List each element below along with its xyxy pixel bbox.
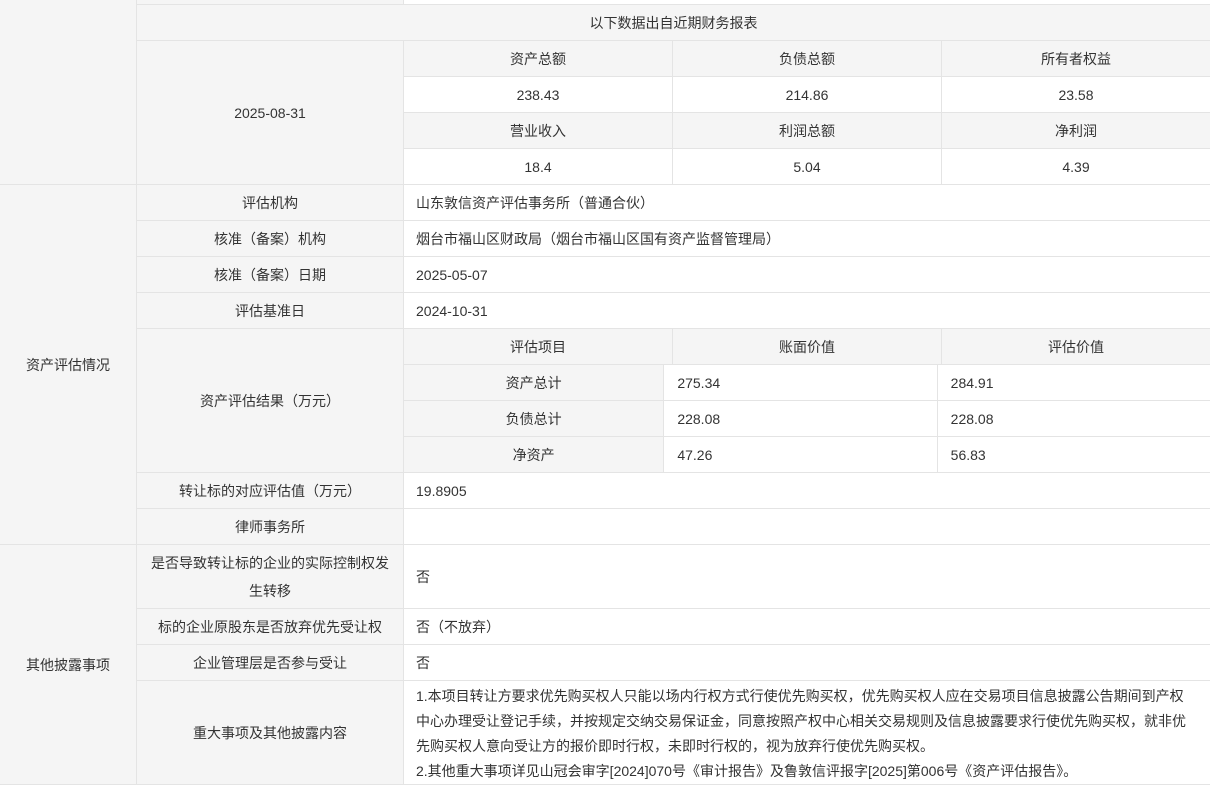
eval-book-value-cell: 275.34 — [664, 365, 937, 400]
financial-section-cell — [0, 0, 137, 185]
table-row: 营业收入 利润总额 净利润 — [404, 113, 1210, 149]
financial-data-header: 以下数据出自近期财务报表 — [137, 5, 1210, 41]
fin-metric-value: 238.43 — [404, 77, 673, 112]
eval-assessed-value-cell: 228.08 — [938, 401, 1210, 436]
asset-evaluation-section: 资产评估情况 评估机构 山东敦信资产评估事务所（普通合伙） 核准（备案）机构 烟… — [0, 185, 1210, 545]
eval-item-cell: 净资产 — [404, 437, 664, 472]
eval-book-value-cell: 47.26 — [664, 437, 937, 472]
fin-metric-value: 23.58 — [942, 77, 1210, 112]
row-label: 企业管理层是否参与受让 — [137, 645, 404, 680]
fin-metric-header: 所有者权益 — [942, 41, 1210, 76]
table-row: 资产总额 负债总额 所有者权益 — [404, 41, 1210, 77]
row-value: 烟台市福山区财政局（烟台市福山区国有资产监督管理局） — [404, 221, 1210, 256]
row-label: 核准（备案）机构 — [137, 221, 404, 256]
table-row: 238.43 214.86 23.58 — [404, 77, 1210, 113]
other-disclosure-section: 其他披露事项 是否导致转让标的企业的实际控制权发生转移 否 标的企业原股东是否放… — [0, 545, 1210, 785]
fin-metric-header: 负债总额 — [673, 41, 942, 76]
row-label: 核准（备案）日期 — [137, 257, 404, 292]
section-label-asset-evaluation: 资产评估情况 — [0, 185, 137, 545]
fin-metric-value: 214.86 — [673, 77, 942, 112]
row-value: 19.8905 — [404, 473, 1210, 508]
eval-assessed-value-cell: 284.91 — [938, 365, 1210, 400]
row-value: 2025-05-07 — [404, 257, 1210, 292]
table-row: 18.4 5.04 4.39 — [404, 149, 1210, 185]
row-value: 山东敦信资产评估事务所（普通合伙） — [404, 185, 1210, 220]
table-row: 律师事务所 — [137, 509, 1210, 545]
row-value: 2024-10-31 — [404, 293, 1210, 328]
major-disclosure-paragraph: 1.本项目转让方要求优先购买权人只能以场内行权方式行使优先购买权，优先购买权人应… — [404, 681, 1210, 784]
fin-metric-value: 4.39 — [942, 149, 1210, 184]
row-label: 标的企业原股东是否放弃优先受让权 — [137, 609, 404, 644]
fin-metric-value: 18.4 — [404, 149, 673, 184]
table-row: 评估项目 账面价值 评估价值 — [404, 329, 1210, 365]
row-label: 重大事项及其他披露内容 — [137, 681, 404, 784]
table-row: 净资产 47.26 56.83 — [404, 437, 1210, 473]
major-disclosure-row: 重大事项及其他披露内容 1.本项目转让方要求优先购买权人只能以场内行权方式行使优… — [137, 681, 1210, 785]
eval-assessed-value-cell: 56.83 — [938, 437, 1210, 472]
table-row: 资产总计 275.34 284.91 — [404, 365, 1210, 401]
table-row: 转让标的对应评估值（万元） 19.8905 — [137, 473, 1210, 509]
section-label-other-disclosure: 其他披露事项 — [0, 545, 137, 785]
table-row: 评估基准日 2024-10-31 — [137, 293, 1210, 329]
row-value: 否（不放弃） — [404, 609, 1210, 644]
row-label: 转让标的对应评估值（万元） — [137, 473, 404, 508]
row-value — [404, 509, 1210, 544]
row-value: 否 — [404, 545, 1210, 608]
table-row: 是否导致转让标的企业的实际控制权发生转移 否 — [137, 545, 1210, 609]
eval-item-cell: 资产总计 — [404, 365, 664, 400]
table-row: 核准（备案）日期 2025-05-07 — [137, 257, 1210, 293]
row-label: 评估基准日 — [137, 293, 404, 328]
evaluation-result-table: 评估项目 账面价值 评估价值 资产总计 275.34 284.91 负债总计 2… — [404, 329, 1210, 473]
table-row: 负债总计 228.08 228.08 — [404, 401, 1210, 437]
eval-table-header: 账面价值 — [673, 329, 942, 364]
eval-table-header: 评估项目 — [404, 329, 673, 364]
fin-metric-header: 净利润 — [942, 113, 1210, 148]
disclosure-item: 1.本项目转让方要求优先购买权人只能以场内行权方式行使优先购买权，优先购买权人应… — [416, 684, 1196, 759]
listing-detail-table: 以下数据出自近期财务报表 2025-08-31 资产总额 负债总额 所有者权益 … — [0, 0, 1210, 793]
eval-item-cell: 负债总计 — [404, 401, 664, 436]
table-row: 评估机构 山东敦信资产评估事务所（普通合伙） — [137, 185, 1210, 221]
financial-data-body: 2025-08-31 资产总额 负债总额 所有者权益 238.43 214.86… — [137, 41, 1210, 185]
row-value: 否 — [404, 645, 1210, 680]
table-row: 企业管理层是否参与受让 否 — [137, 645, 1210, 681]
table-row: 标的企业原股东是否放弃优先受让权 否（不放弃） — [137, 609, 1210, 645]
financial-metrics-table: 资产总额 负债总额 所有者权益 238.43 214.86 23.58 营业收入… — [404, 41, 1210, 185]
row-label: 律师事务所 — [137, 509, 404, 544]
fin-metric-value: 5.04 — [673, 149, 942, 184]
row-label: 评估机构 — [137, 185, 404, 220]
fin-metric-header: 营业收入 — [404, 113, 673, 148]
fin-metric-header: 资产总额 — [404, 41, 673, 76]
row-label: 是否导致转让标的企业的实际控制权发生转移 — [137, 545, 404, 608]
evaluation-result-row: 资产评估结果（万元） 评估项目 账面价值 评估价值 资产总计 275.34 28… — [137, 329, 1210, 473]
fin-metric-header: 利润总额 — [673, 113, 942, 148]
row-label: 资产评估结果（万元） — [137, 329, 404, 473]
table-row: 核准（备案）机构 烟台市福山区财政局（烟台市福山区国有资产监督管理局） — [137, 221, 1210, 257]
report-date-cell: 2025-08-31 — [137, 41, 404, 185]
eval-table-header: 评估价值 — [942, 329, 1210, 364]
disclosure-item: 2.其他重大事项详见山冠会审字[2024]070号《审计报告》及鲁敦信评报字[2… — [416, 759, 1196, 784]
eval-book-value-cell: 228.08 — [664, 401, 937, 436]
financial-section: 以下数据出自近期财务报表 2025-08-31 资产总额 负债总额 所有者权益 … — [0, 0, 1210, 185]
